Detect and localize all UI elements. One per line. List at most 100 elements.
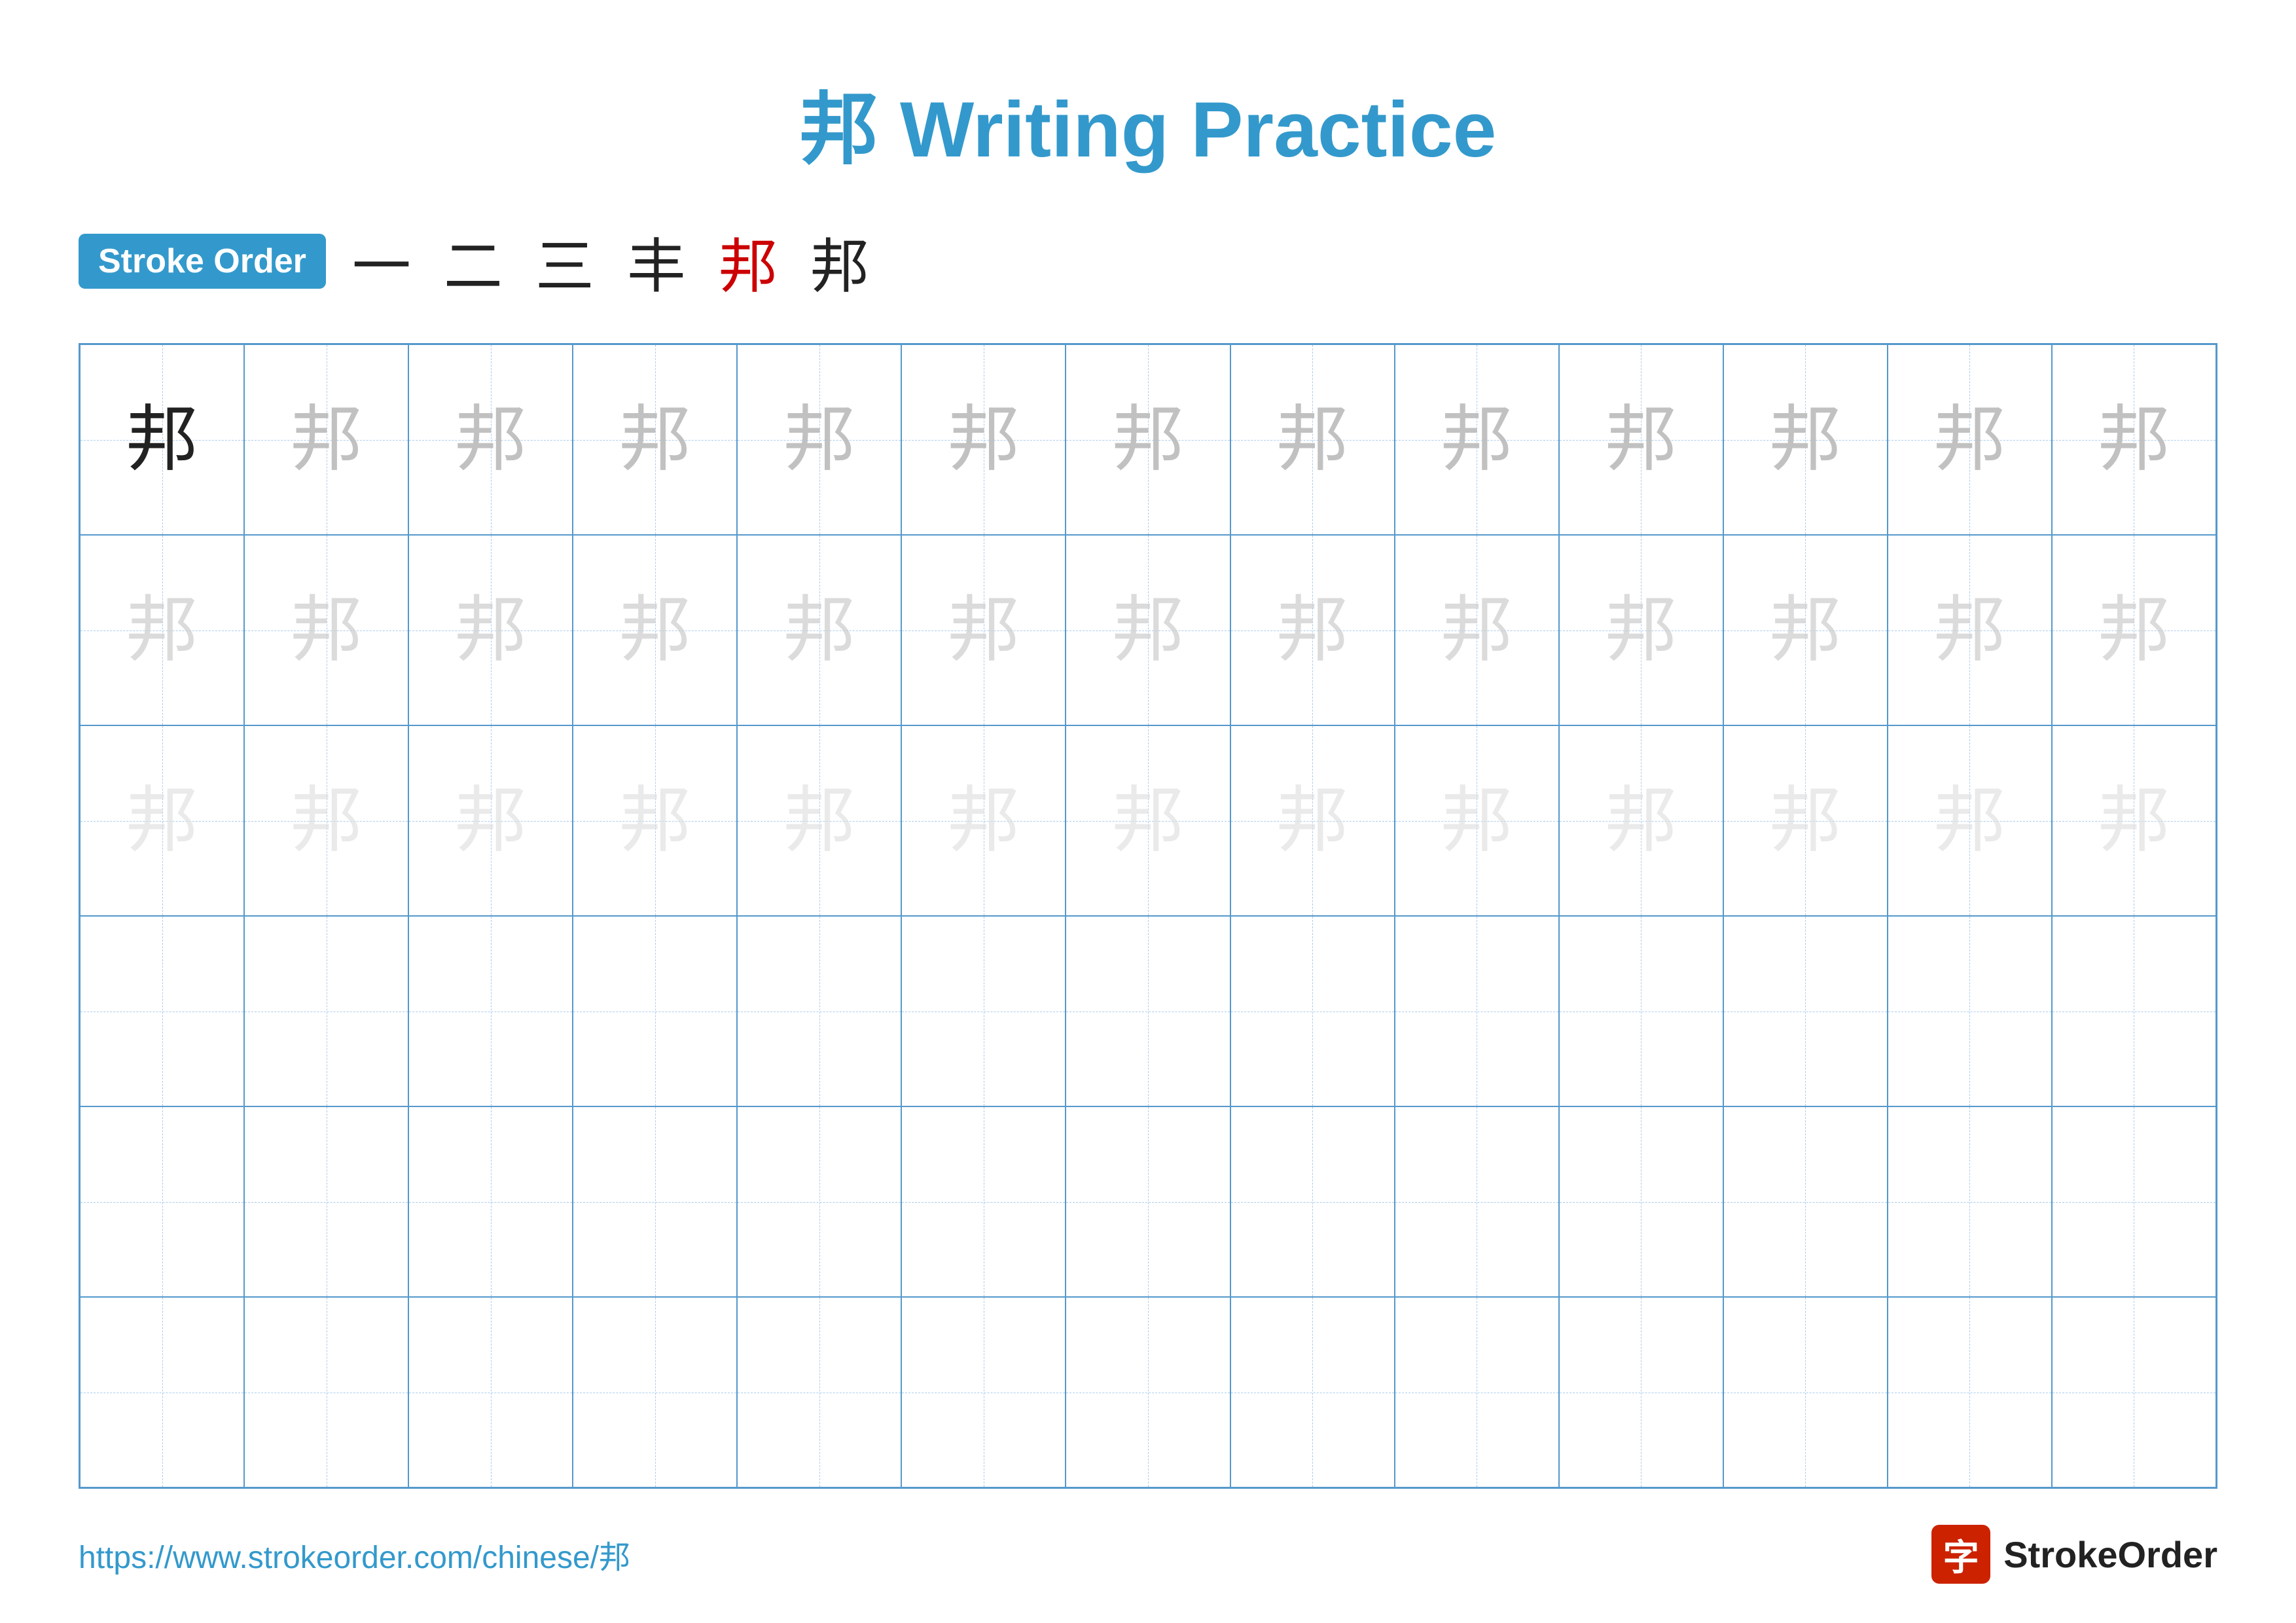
grid-cell[interactable]: 邦 [737, 344, 901, 535]
grid-cell[interactable] [1066, 1106, 1230, 1297]
grid-cell[interactable]: 邦 [1230, 535, 1395, 725]
grid-cell[interactable] [573, 916, 737, 1106]
practice-grid: 邦邦邦邦邦邦邦邦邦邦邦邦邦邦邦邦邦邦邦邦邦邦邦邦邦邦邦邦邦邦邦邦邦邦邦邦邦邦邦 [79, 343, 2217, 1489]
practice-char: 邦 [291, 785, 363, 857]
grid-cell[interactable]: 邦 [2052, 535, 2216, 725]
grid-cell[interactable]: 邦 [573, 725, 737, 916]
grid-cell[interactable]: 邦 [1723, 535, 1888, 725]
grid-cell[interactable] [1723, 1106, 1888, 1297]
grid-cell[interactable]: 邦 [1723, 344, 1888, 535]
grid-cell[interactable] [573, 1106, 737, 1297]
grid-cell[interactable] [901, 1297, 1066, 1487]
grid-cell[interactable] [1888, 1297, 2052, 1487]
grid-cell[interactable]: 邦 [573, 344, 737, 535]
grid-cell[interactable]: 邦 [80, 535, 244, 725]
practice-char: 邦 [948, 785, 1020, 857]
grid-cell[interactable]: 邦 [901, 344, 1066, 535]
grid-cell[interactable]: 邦 [1395, 725, 1559, 916]
grid-cell[interactable]: 邦 [408, 344, 573, 535]
practice-char: 邦 [1933, 785, 2005, 857]
grid-cell[interactable] [1559, 1297, 1723, 1487]
grid-cell[interactable]: 邦 [1230, 344, 1395, 535]
grid-cell[interactable] [737, 1297, 901, 1487]
practice-char: 邦 [455, 594, 527, 666]
grid-cell[interactable]: 邦 [80, 344, 244, 535]
practice-char: 邦 [783, 594, 855, 666]
grid-cell[interactable] [901, 916, 1066, 1106]
grid-cell[interactable] [1230, 1106, 1395, 1297]
grid-cell[interactable] [1559, 1106, 1723, 1297]
grid-cell[interactable] [2052, 1297, 2216, 1487]
grid-cell[interactable]: 邦 [244, 535, 408, 725]
grid-cell[interactable]: 邦 [1559, 344, 1723, 535]
practice-char: 邦 [1605, 785, 1677, 857]
grid-cell[interactable] [2052, 1106, 2216, 1297]
practice-char: 邦 [1769, 594, 1841, 666]
grid-cell[interactable]: 邦 [1888, 725, 2052, 916]
grid-cell[interactable]: 邦 [1066, 344, 1230, 535]
grid-cell[interactable]: 邦 [901, 535, 1066, 725]
grid-cell[interactable]: 邦 [1066, 535, 1230, 725]
grid-cell[interactable] [737, 916, 901, 1106]
grid-cell[interactable]: 邦 [2052, 344, 2216, 535]
grid-cell[interactable]: 邦 [408, 725, 573, 916]
stroke-step-4: 丰 [627, 219, 686, 304]
grid-cell[interactable]: 邦 [573, 535, 737, 725]
grid-cell[interactable] [737, 1106, 901, 1297]
stroke-steps: 一 二 三 丰 邦 邦 [352, 219, 869, 304]
grid-cell[interactable] [1559, 916, 1723, 1106]
grid-cell[interactable]: 邦 [1230, 725, 1395, 916]
practice-char: 邦 [455, 404, 527, 476]
grid-cell[interactable] [1395, 916, 1559, 1106]
logo-text: StrokeOrder [2003, 1533, 2217, 1576]
grid-cell[interactable]: 邦 [1888, 535, 2052, 725]
grid-cell[interactable] [408, 916, 573, 1106]
grid-cell[interactable]: 邦 [408, 535, 573, 725]
grid-cell[interactable] [901, 1106, 1066, 1297]
practice-char: 邦 [291, 404, 363, 476]
grid-cell[interactable] [80, 1106, 244, 1297]
footer: https://www.strokeorder.com/chinese/邦 字 … [79, 1525, 2217, 1584]
grid-cell[interactable] [2052, 916, 2216, 1106]
grid-cell[interactable] [1395, 1297, 1559, 1487]
grid-cell[interactable] [244, 1106, 408, 1297]
practice-char: 邦 [126, 404, 198, 476]
grid-cell[interactable] [1395, 1106, 1559, 1297]
grid-cell[interactable]: 邦 [1559, 725, 1723, 916]
practice-char: 邦 [1605, 594, 1677, 666]
grid-cell[interactable]: 邦 [901, 725, 1066, 916]
grid-cell[interactable]: 邦 [1888, 344, 2052, 535]
grid-cell[interactable]: 邦 [1723, 725, 1888, 916]
grid-cell[interactable] [1230, 1297, 1395, 1487]
grid-cell[interactable] [408, 1106, 573, 1297]
grid-cell[interactable] [80, 1297, 244, 1487]
practice-char: 邦 [1441, 404, 1513, 476]
grid-cell[interactable] [1066, 916, 1230, 1106]
grid-cell[interactable]: 邦 [1395, 535, 1559, 725]
grid-cell[interactable]: 邦 [1559, 535, 1723, 725]
grid-cell[interactable] [1888, 916, 2052, 1106]
practice-char: 邦 [619, 594, 691, 666]
grid-cell[interactable]: 邦 [244, 344, 408, 535]
grid-cell[interactable] [244, 1297, 408, 1487]
grid-cell[interactable] [80, 916, 244, 1106]
grid-cell[interactable] [1723, 1297, 1888, 1487]
grid-cell[interactable]: 邦 [244, 725, 408, 916]
title-char: 邦 Writing Practice [800, 86, 1497, 173]
footer-url[interactable]: https://www.strokeorder.com/chinese/邦 [79, 1531, 630, 1577]
grid-cell[interactable]: 邦 [1395, 344, 1559, 535]
grid-cell[interactable] [1230, 916, 1395, 1106]
grid-cell[interactable] [408, 1297, 573, 1487]
grid-cell[interactable] [1723, 916, 1888, 1106]
grid-cell[interactable]: 邦 [1066, 725, 1230, 916]
practice-char: 邦 [1276, 594, 1348, 666]
practice-char: 邦 [1605, 404, 1677, 476]
grid-cell[interactable] [1888, 1106, 2052, 1297]
grid-cell[interactable]: 邦 [737, 535, 901, 725]
grid-cell[interactable]: 邦 [80, 725, 244, 916]
grid-cell[interactable]: 邦 [737, 725, 901, 916]
grid-cell[interactable]: 邦 [2052, 725, 2216, 916]
grid-cell[interactable] [573, 1297, 737, 1487]
grid-cell[interactable] [244, 916, 408, 1106]
grid-cell[interactable] [1066, 1297, 1230, 1487]
